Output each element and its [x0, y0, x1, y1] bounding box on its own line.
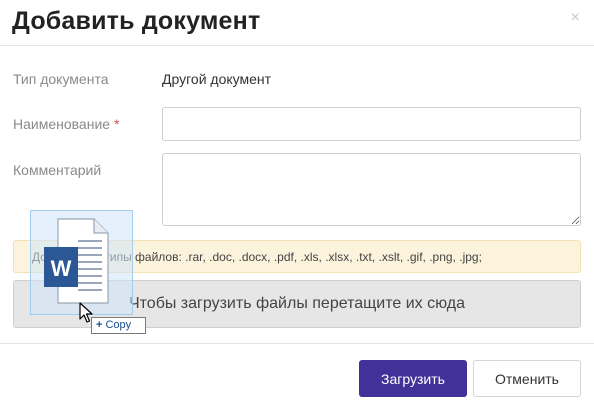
svg-text:W: W: [51, 256, 72, 281]
dialog-header: Добавить документ ×: [0, 0, 594, 46]
copy-plus-icon: +: [96, 319, 103, 331]
doc-type-value: Другой документ: [162, 71, 272, 87]
word-document-icon: W: [44, 218, 109, 304]
comment-label: Комментарий: [13, 162, 102, 178]
name-label-text: Наименование: [13, 116, 111, 132]
copy-badge: + Copy: [91, 317, 146, 334]
cancel-button[interactable]: Отменить: [473, 360, 581, 397]
copy-badge-label: Copy: [105, 319, 132, 331]
name-label: Наименование *: [13, 116, 119, 132]
dialog-title: Добавить документ: [12, 7, 261, 35]
name-input[interactable]: [162, 107, 581, 141]
upload-button[interactable]: Загрузить: [359, 360, 467, 397]
required-mark: *: [113, 116, 120, 132]
comment-textarea[interactable]: [162, 153, 581, 226]
add-document-dialog: Добавить документ × Тип документа Другой…: [0, 0, 594, 410]
close-icon[interactable]: ×: [571, 10, 580, 26]
doc-type-label: Тип документа: [13, 71, 109, 87]
